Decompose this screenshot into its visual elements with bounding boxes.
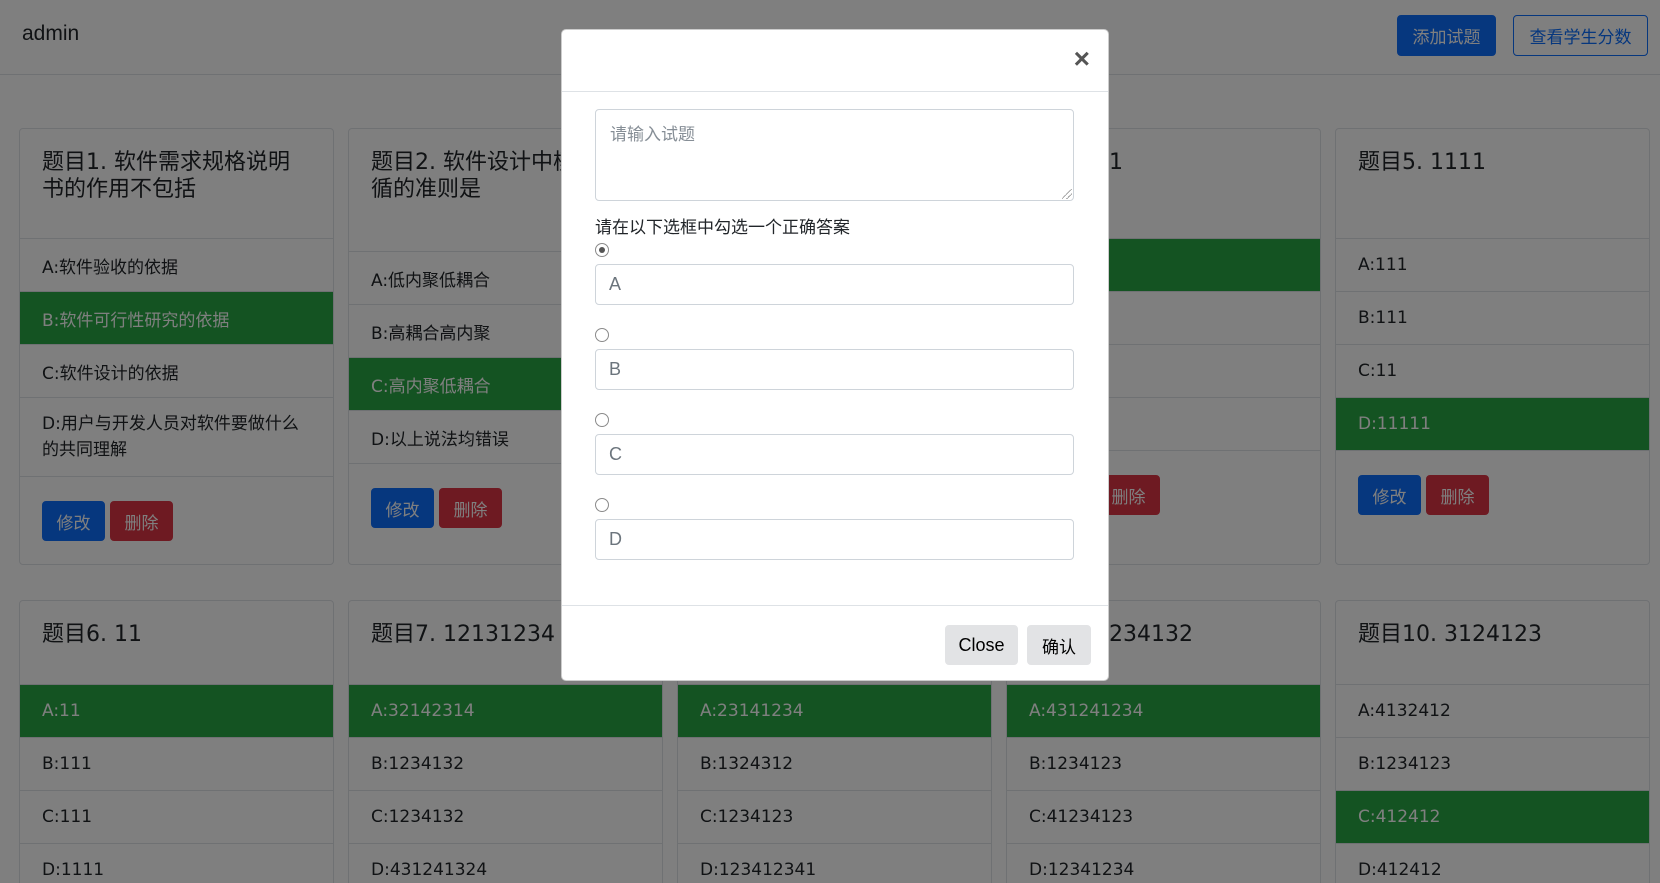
answer-c-radio[interactable]	[595, 413, 609, 427]
resize-grip-icon[interactable]	[1062, 189, 1072, 199]
answer-b-input[interactable]	[595, 349, 1074, 390]
answer-d-input[interactable]	[595, 519, 1074, 560]
close-icon[interactable]: ×	[1074, 44, 1090, 74]
modal-header: ×	[562, 30, 1108, 92]
answer-a-input[interactable]	[595, 264, 1074, 305]
answer-a-radio[interactable]	[595, 243, 609, 257]
modal-footer: Close 确认	[562, 605, 1108, 681]
question-input[interactable]	[595, 109, 1074, 201]
answer-hint: 请在以下选框中勾选一个正确答案	[595, 218, 850, 238]
close-button[interactable]: Close	[945, 625, 1018, 665]
answer-d-radio[interactable]	[595, 498, 609, 512]
modal-body: 请在以下选框中勾选一个正确答案	[562, 92, 1108, 606]
confirm-button[interactable]: 确认	[1027, 625, 1091, 665]
page: admin 添加试题 查看学生分数 题目1. 软件需求规格说明书的作用不包括 A…	[0, 0, 1660, 883]
add-question-modal: × 请在以下选框中勾选一个正确答案 Close 确认	[561, 29, 1109, 681]
answer-c-input[interactable]	[595, 434, 1074, 475]
answer-b-radio[interactable]	[595, 328, 609, 342]
